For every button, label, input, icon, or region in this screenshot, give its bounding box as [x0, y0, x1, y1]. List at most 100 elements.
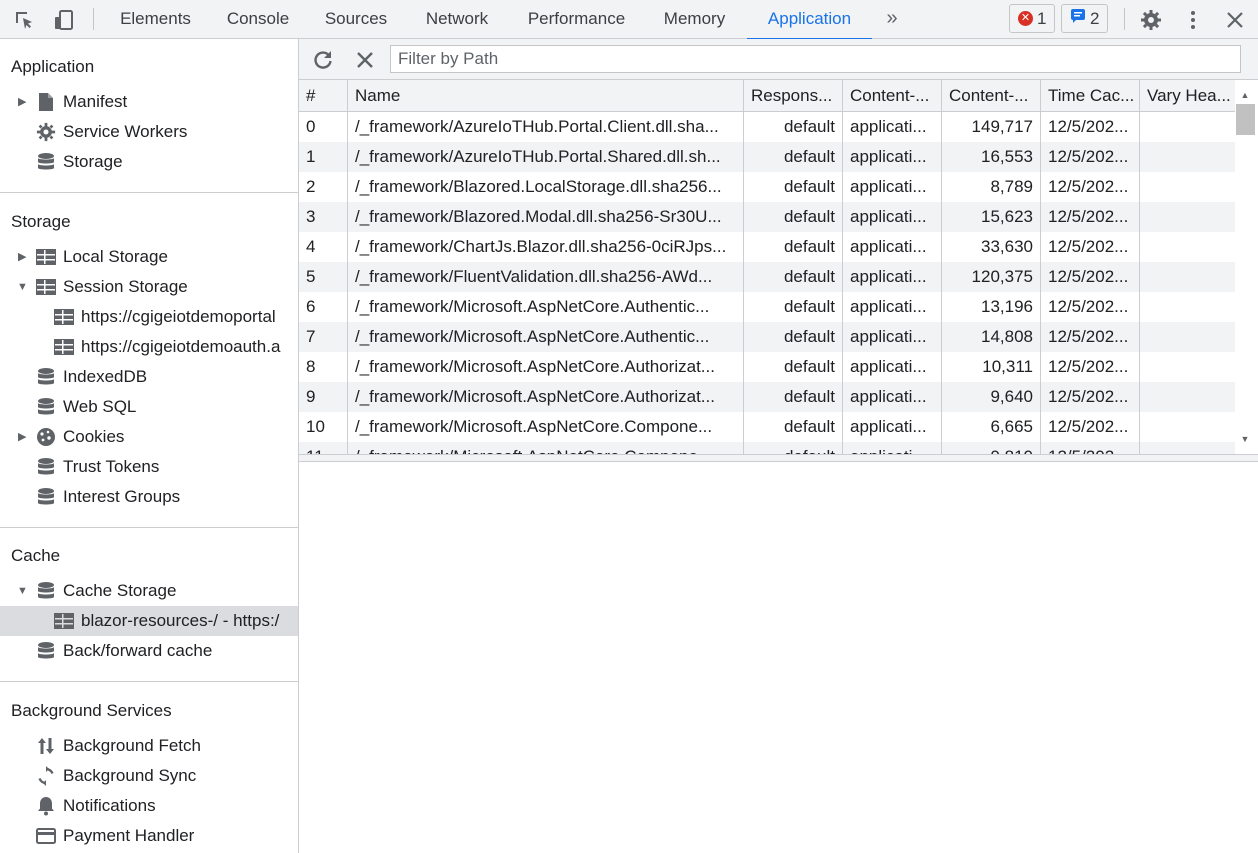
settings-gear-icon[interactable]	[1138, 7, 1164, 33]
sidebar-item-session-origin-portal[interactable]: https://cgigeiotdemoportal	[0, 302, 298, 332]
scroll-up-arrow-icon[interactable]: ▲	[1239, 90, 1251, 100]
sidebar-item-storage[interactable]: Storage	[0, 147, 298, 177]
cache-entries-table: # Name Respons... Content-... Content-..…	[299, 80, 1235, 454]
filter-by-path-input[interactable]	[390, 45, 1241, 73]
cell-name: /_framework/Microsoft.AspNetCore.Authent…	[347, 292, 743, 322]
expand-arrow-icon[interactable]: ▶	[18, 97, 28, 108]
tab-network[interactable]: Network	[409, 0, 505, 39]
sidebar-item-service-workers[interactable]: Service Workers	[0, 117, 298, 147]
table-row[interactable]: 11/_framework/Microsoft.AspNetCore.Compo…	[299, 442, 1235, 454]
sidebar-item-notifications[interactable]: Notifications	[0, 791, 298, 821]
column-header-time-cached[interactable]: Time Cac...	[1040, 80, 1139, 112]
cell-time-cached: 12/5/202...	[1040, 352, 1139, 382]
sidebar-item-local-storage[interactable]: ▶ Local Storage	[0, 242, 298, 272]
table-row[interactable]: 3 /_framework/Blazored.Modal.dll.sha256-S…	[299, 202, 1235, 232]
cell-time-cached: 12/5/202...	[1040, 112, 1139, 142]
scrollbar-thumb[interactable]	[1236, 104, 1255, 135]
message-count: 2	[1090, 8, 1100, 28]
sidebar-item-session-storage[interactable]: ▼ Session Storage	[0, 272, 298, 302]
column-header-content-type[interactable]: Content-...	[842, 80, 941, 112]
cell-index: 1	[306, 147, 316, 166]
refresh-icon[interactable]	[310, 47, 336, 73]
table-row[interactable]: 1 /_framework/AzureIoTHub.Portal.Shared.d…	[299, 142, 1235, 172]
table-scrollbar[interactable]	[1235, 80, 1258, 454]
sidebar-item-session-origin-auth[interactable]: https://cgigeiotdemoauth.a	[0, 332, 298, 362]
sidebar-item-manifest[interactable]: ▶ Manifest	[0, 87, 298, 117]
cell-response-type: default	[743, 322, 842, 352]
inspect-element-icon[interactable]	[11, 7, 37, 33]
sidebar-item-interest-groups[interactable]: Interest Groups	[0, 482, 298, 512]
cell-response-type: default	[743, 112, 842, 142]
cell-name: /_framework/Microsoft.AspNetCore.Authori…	[347, 382, 743, 412]
table-icon	[54, 337, 74, 357]
cell-name: /_framework/Microsoft.AspNetCore.Authent…	[347, 322, 743, 352]
tab-console[interactable]: Console	[212, 0, 304, 39]
tab-application[interactable]: Application	[747, 0, 872, 40]
tab-sources[interactable]: Sources	[311, 0, 401, 39]
cell-response-type: default	[743, 292, 842, 322]
cell-index: 0	[306, 117, 316, 136]
cell-response-type: default	[743, 262, 842, 292]
cell-content-length: 15,623	[941, 202, 1040, 232]
table-row[interactable]: 10 /_framework/Microsoft.AspNetCore.Compo…	[299, 412, 1235, 442]
split-resizer[interactable]	[299, 454, 1258, 462]
column-header-index[interactable]: #	[299, 80, 347, 112]
clear-icon[interactable]	[352, 47, 378, 73]
sidebar-item-back-forward-cache[interactable]: Back/forward cache	[0, 636, 298, 666]
tab-memory[interactable]: Memory	[648, 0, 741, 39]
message-count-badge[interactable]: 2	[1061, 4, 1109, 33]
sidebar-item-trust-tokens[interactable]: Trust Tokens	[0, 452, 298, 482]
cell-index: 7	[306, 327, 316, 346]
sidebar-item-cookies[interactable]: ▶ Cookies	[0, 422, 298, 452]
column-header-content-length[interactable]: Content-...	[941, 80, 1040, 112]
cell-content-type: applicati...	[842, 202, 941, 232]
tab-elements[interactable]: Elements	[105, 0, 206, 39]
table-row[interactable]: 9 /_framework/Microsoft.AspNetCore.Author…	[299, 382, 1235, 412]
cell-content-length: 9,810	[941, 442, 1040, 454]
device-toolbar-icon[interactable]	[51, 7, 77, 33]
sidebar-item-background-fetch[interactable]: Background Fetch	[0, 731, 298, 761]
sidebar-item-indexeddb[interactable]: IndexedDB	[0, 362, 298, 392]
cell-index: 4	[306, 237, 316, 256]
column-header-vary-header[interactable]: Vary Hea...	[1139, 80, 1235, 112]
collapse-arrow-icon[interactable]: ▼	[17, 586, 28, 597]
table-row[interactable]: 4 /_framework/ChartJs.Blazor.dll.sha256-0…	[299, 232, 1235, 262]
cell-vary-header	[1139, 292, 1235, 322]
sidebar-item-blazor-resources-cache[interactable]: blazor-resources-/ - https:/	[0, 606, 298, 636]
devtools-toolbar: Elements Console Sources Network Perform…	[0, 0, 1258, 40]
table-icon	[54, 307, 74, 327]
toolbar-separator	[1124, 8, 1125, 30]
cell-time-cached: 12/5/202...	[1040, 442, 1139, 454]
section-title-storage: Storage	[11, 212, 71, 231]
application-sidebar: Application ▶ Manifest Service Workers S…	[0, 39, 299, 853]
sidebar-item-background-sync[interactable]: Background Sync	[0, 761, 298, 791]
close-icon[interactable]	[1222, 7, 1248, 33]
column-header-name[interactable]: Name	[347, 80, 743, 112]
error-count-badge[interactable]: ✕ 1	[1009, 4, 1056, 33]
more-tabs-icon[interactable]: »	[880, 6, 904, 32]
database-icon	[36, 152, 56, 172]
sidebar-item-cache-storage[interactable]: ▼ Cache Storage	[0, 576, 298, 606]
column-header-response-type[interactable]: Respons...	[743, 80, 842, 112]
table-row[interactable]: 8 /_framework/Microsoft.AspNetCore.Author…	[299, 352, 1235, 382]
cell-content-type: applicati...	[842, 262, 941, 292]
more-options-icon[interactable]	[1180, 7, 1206, 33]
table-row[interactable]: 5 /_framework/FluentValidation.dll.sha256…	[299, 262, 1235, 292]
table-row[interactable]: 6 /_framework/Microsoft.AspNetCore.Authen…	[299, 292, 1235, 322]
table-row[interactable]: 0 /_framework/AzureIoTHub.Portal.Client.d…	[299, 112, 1235, 142]
tab-performance[interactable]: Performance	[513, 0, 640, 39]
cell-index: 8	[306, 357, 316, 376]
scroll-down-arrow-icon[interactable]: ▼	[1239, 434, 1251, 444]
sidebar-item-web-sql[interactable]: Web SQL	[0, 392, 298, 422]
cell-index: 10	[306, 417, 325, 436]
table-row[interactable]: 7 /_framework/Microsoft.AspNetCore.Authen…	[299, 322, 1235, 352]
database-icon	[36, 641, 56, 661]
collapse-arrow-icon[interactable]: ▼	[17, 282, 28, 293]
sidebar-item-payment-handler[interactable]: Payment Handler	[0, 821, 298, 851]
expand-arrow-icon[interactable]: ▶	[18, 252, 28, 263]
cell-content-length: 13,196	[941, 292, 1040, 322]
cell-content-length: 8,789	[941, 172, 1040, 202]
cell-response-type: default	[743, 202, 842, 232]
table-row[interactable]: 2 /_framework/Blazored.LocalStorage.dll.s…	[299, 172, 1235, 202]
expand-arrow-icon[interactable]: ▶	[18, 432, 28, 443]
